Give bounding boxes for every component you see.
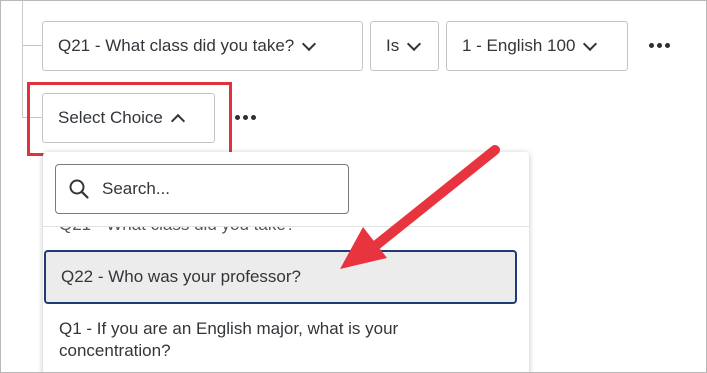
condition-more-options-icon[interactable]: [235, 115, 256, 120]
search-field[interactable]: [55, 164, 349, 214]
row-more-options-icon[interactable]: [649, 43, 670, 48]
chevron-down-icon: [302, 36, 317, 51]
tree-connector-branch: [22, 45, 42, 46]
choice-dropdown-menu: Q21 - What class did you take? Q22 - Who…: [43, 152, 529, 372]
list-item-selected[interactable]: Q22 - Who was your professor?: [44, 250, 517, 304]
question-dropdown[interactable]: Q21 - What class did you take?: [42, 21, 363, 71]
value-dropdown[interactable]: 1 - English 100: [446, 21, 628, 71]
list-item-label: Q1 - If you are an English major, what i…: [59, 319, 399, 360]
search-input[interactable]: [100, 178, 324, 200]
annotation-highlight-box: [27, 82, 232, 156]
chevron-down-icon: [407, 36, 422, 51]
search-icon: [69, 179, 89, 199]
menu-divider: [43, 226, 529, 227]
operator-dropdown[interactable]: Is: [370, 21, 439, 71]
logic-editor: Q21 - What class did you take? Is 1 - En…: [0, 0, 707, 373]
operator-dropdown-label: Is: [386, 36, 400, 55]
question-dropdown-label: Q21 - What class did you take?: [58, 36, 295, 55]
tree-connector-vertical: [22, 1, 23, 117]
chevron-down-icon: [583, 36, 598, 51]
list-item[interactable]: Q1 - If you are an English major, what i…: [43, 318, 517, 362]
value-dropdown-label: 1 - English 100: [462, 36, 576, 55]
list-item-label: Q22 - Who was your professor?: [61, 267, 301, 286]
